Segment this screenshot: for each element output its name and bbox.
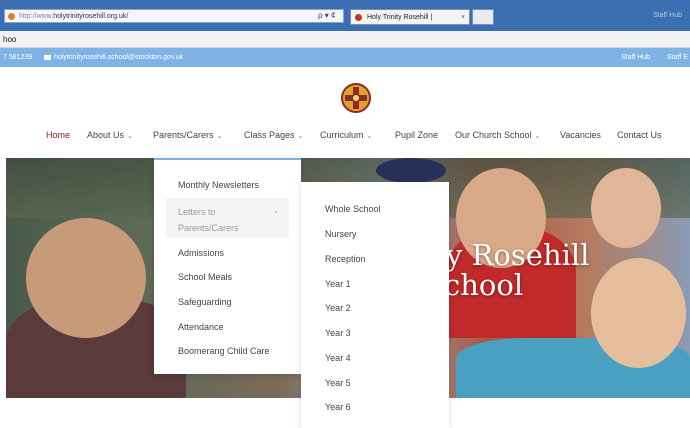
submenu-item-year-3[interactable]: Year 3 bbox=[325, 328, 351, 338]
main-nav: Home About Us ⌄ Parents/Carers ⌄ Class Pag… bbox=[0, 130, 690, 146]
submenu-item-reception[interactable]: Reception bbox=[325, 254, 366, 264]
letters-submenu: Whole School Nursery Reception Year 1 Ye… bbox=[301, 182, 449, 428]
nav-class-pages[interactable]: Class Pages ⌄ bbox=[244, 130, 303, 140]
chevron-down-icon: ⌄ bbox=[534, 133, 541, 140]
submenu-item-year-5[interactable]: Year 5 bbox=[325, 378, 351, 388]
nav-curriculum[interactable]: Curriculum ⌄ bbox=[320, 130, 372, 140]
phone-number[interactable]: 7 581239 bbox=[3, 48, 32, 67]
url-protocol: http://www. bbox=[19, 13, 54, 20]
nav-home[interactable]: Home bbox=[46, 130, 70, 140]
hero-photo-element bbox=[376, 158, 446, 183]
url-host: holytrinityrosehill.org.uk/ bbox=[53, 13, 129, 20]
tab-title: Holy Trinity Rosehill | bbox=[367, 14, 433, 21]
top-info-bar: 7 581239 holytrinityrosehill.school@stoc… bbox=[0, 48, 690, 67]
submenu-item-year-6[interactable]: Year 6 bbox=[325, 402, 351, 412]
nav-parents-carers[interactable]: Parents/Carers ⌄ bbox=[153, 130, 222, 140]
menu-item-school-meals[interactable]: School Meals bbox=[178, 272, 232, 282]
submenu-item-year-1[interactable]: Year 1 bbox=[325, 279, 351, 289]
nav-parents-label: Parents/Carers bbox=[153, 130, 214, 140]
nav-about-us[interactable]: About Us ⌄ bbox=[87, 130, 133, 140]
school-logo-icon[interactable] bbox=[340, 82, 372, 114]
menu-item-attendance[interactable]: Attendance bbox=[178, 322, 224, 332]
nav-about-label: About Us bbox=[87, 130, 125, 140]
menu-item-monthly-newsletters[interactable]: Monthly Newsletters bbox=[178, 180, 259, 190]
nav-our-church-school[interactable]: Our Church School ⌄ bbox=[455, 130, 540, 140]
submenu-item-year-4[interactable]: Year 4 bbox=[325, 353, 351, 363]
nav-church-label: Our Church School bbox=[455, 130, 532, 140]
parents-carers-dropdown: Monthly Newsletters Letters to Parents/C… bbox=[154, 158, 301, 374]
hero-photo-element bbox=[591, 168, 661, 248]
menu-item-letters-to-parents[interactable]: Letters to Parents/Carers ⌄ bbox=[166, 198, 289, 238]
address-tools-icon[interactable]: ρ ▾ ¢ bbox=[318, 9, 335, 23]
hero-title: y Rosehill chool bbox=[444, 238, 590, 302]
nav-vacancies[interactable]: Vacancies bbox=[560, 130, 601, 140]
browser-chrome: http://www.holytrinityrosehill.org.uk/ ρ… bbox=[0, 0, 690, 31]
chevron-down-icon: ⌄ bbox=[216, 133, 223, 140]
menu-item-safeguarding[interactable]: Safeguarding bbox=[178, 297, 232, 307]
submenu-item-year-2[interactable]: Year 2 bbox=[325, 303, 351, 313]
chevron-down-icon: ⌄ bbox=[366, 133, 373, 140]
menu-item-letters-line2: Parents/Carers bbox=[178, 223, 239, 233]
chevron-down-icon: ⌄ bbox=[127, 133, 133, 140]
find-input[interactable]: hoo bbox=[3, 35, 16, 44]
submenu-item-nursery[interactable]: Nursery bbox=[325, 229, 357, 239]
submenu-item-whole-school[interactable]: Whole School bbox=[325, 204, 381, 214]
nav-curriculum-label: Curriculum bbox=[320, 130, 364, 140]
window-controls[interactable]: Staff Hub bbox=[653, 12, 682, 19]
hero-photo-element bbox=[26, 218, 146, 338]
staff-hub-link[interactable]: Staff Hub bbox=[621, 48, 650, 67]
hero-title-line1: y Rosehill bbox=[446, 238, 590, 272]
browser-tab[interactable]: Holy Trinity Rosehill | × bbox=[350, 9, 470, 25]
menu-item-boomerang-child-care[interactable]: Boomerang Child Care bbox=[178, 346, 270, 356]
find-bar[interactable]: hoo bbox=[0, 31, 690, 48]
address-bar[interactable]: http://www.holytrinityrosehill.org.uk/ bbox=[4, 9, 344, 23]
nav-pupil-zone[interactable]: Pupil Zone bbox=[395, 130, 438, 140]
chevron-down-icon: ⌄ bbox=[273, 208, 279, 215]
menu-item-admissions[interactable]: Admissions bbox=[178, 248, 224, 258]
new-tab-button[interactable] bbox=[472, 9, 494, 25]
chevron-down-icon: ⌄ bbox=[297, 133, 304, 140]
site-favicon-icon bbox=[8, 13, 15, 20]
staff-link-2[interactable]: Staff E bbox=[667, 48, 688, 67]
nav-class-label: Class Pages bbox=[244, 130, 295, 140]
nav-contact-us[interactable]: Contact Us bbox=[617, 130, 662, 140]
email-link[interactable]: holytrinityrosehill.school@stockton.gov.… bbox=[44, 48, 183, 67]
email-address: holytrinityrosehill.school@stockton.gov.… bbox=[54, 54, 184, 61]
menu-item-letters-line1: Letters to bbox=[178, 207, 216, 217]
tab-close-icon[interactable]: × bbox=[461, 10, 465, 26]
tab-favicon-icon bbox=[355, 14, 362, 21]
hero-photo-element bbox=[591, 258, 686, 368]
envelope-icon bbox=[44, 54, 51, 60]
hero-title-line2: chool bbox=[444, 268, 524, 302]
